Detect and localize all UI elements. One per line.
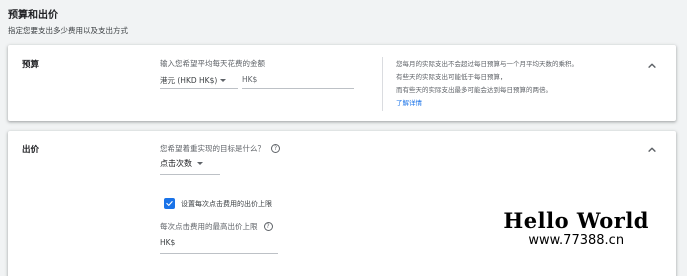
max-cpc-underline (160, 253, 278, 254)
help-icon[interactable]: ? (271, 144, 280, 153)
budget-help-line: 而有些天的实际支出最多可能会达到每日预算的两倍。 (396, 86, 552, 94)
budget-help-text: 您每月的实际支出不会超过每日预算与一个月平均天数的乘积。 有些天的实际支出可能低… (396, 58, 636, 110)
bidding-question-text: 您希望着重实现的目标是什么？ (160, 144, 265, 153)
bidding-focus-underline (160, 174, 220, 175)
chevron-up-icon[interactable] (645, 143, 659, 157)
checkbox-checked-icon[interactable] (164, 198, 175, 209)
watermark: Hello World www.77388.cn (503, 208, 649, 248)
budget-amount-underline (242, 88, 354, 89)
currency-underline (160, 88, 238, 89)
section-title: 预算和出价 (8, 10, 58, 21)
chevron-up-icon[interactable] (645, 59, 659, 73)
max-cpc-checkbox-row[interactable]: 设置每次点击费用的出价上限 (164, 198, 272, 209)
budget-field-label: 输入您希望平均每天花费的金额 (160, 59, 265, 68)
budget-help-line: 有些天的实际支出可能低于每日预算， (396, 73, 507, 81)
learn-more-link[interactable]: 了解详情 (396, 97, 636, 110)
divider (382, 57, 383, 111)
chevron-down-icon (220, 79, 227, 82)
budget-label: 预算 (22, 60, 40, 70)
bidding-focus-value: 点击次数 (160, 159, 192, 168)
budget-amount-input[interactable] (242, 72, 354, 87)
budget-help-line: 您每月的实际支出不会超过每日预算与一个月平均天数的乘积。 (396, 60, 578, 68)
bidding-question: 您希望着重实现的目标是什么？ ? (160, 143, 280, 154)
currency-select[interactable]: 港元 (HKD HK$) (160, 75, 227, 86)
watermark-title: Hello World (503, 208, 649, 233)
max-cpc-checkbox-label: 设置每次点击费用的出价上限 (181, 199, 272, 208)
watermark-url: www.77388.cn (528, 233, 625, 248)
budget-card: 预算 输入您希望平均每天花费的金额 港元 (HKD HK$) HK$ 您每月的实… (8, 45, 676, 121)
bidding-focus-select[interactable]: 点击次数 (160, 158, 203, 169)
currency-select-value: 港元 (HKD HK$) (160, 76, 218, 85)
bidding-card: 出价 您希望着重实现的目标是什么？ ? 点击次数 设置每次点击费用的出价上限 每… (8, 131, 676, 276)
chevron-down-icon (197, 162, 203, 165)
max-cpc-label: 每次点击费用的最高出价上限 ? (160, 221, 273, 232)
section-subtitle: 指定您要支出多少费用以及支出方式 (8, 26, 128, 35)
bidding-label: 出价 (22, 145, 40, 155)
max-cpc-input[interactable] (160, 235, 278, 251)
help-icon[interactable]: ? (263, 222, 273, 231)
max-cpc-label-text: 每次点击费用的最高出价上限 (160, 222, 258, 231)
